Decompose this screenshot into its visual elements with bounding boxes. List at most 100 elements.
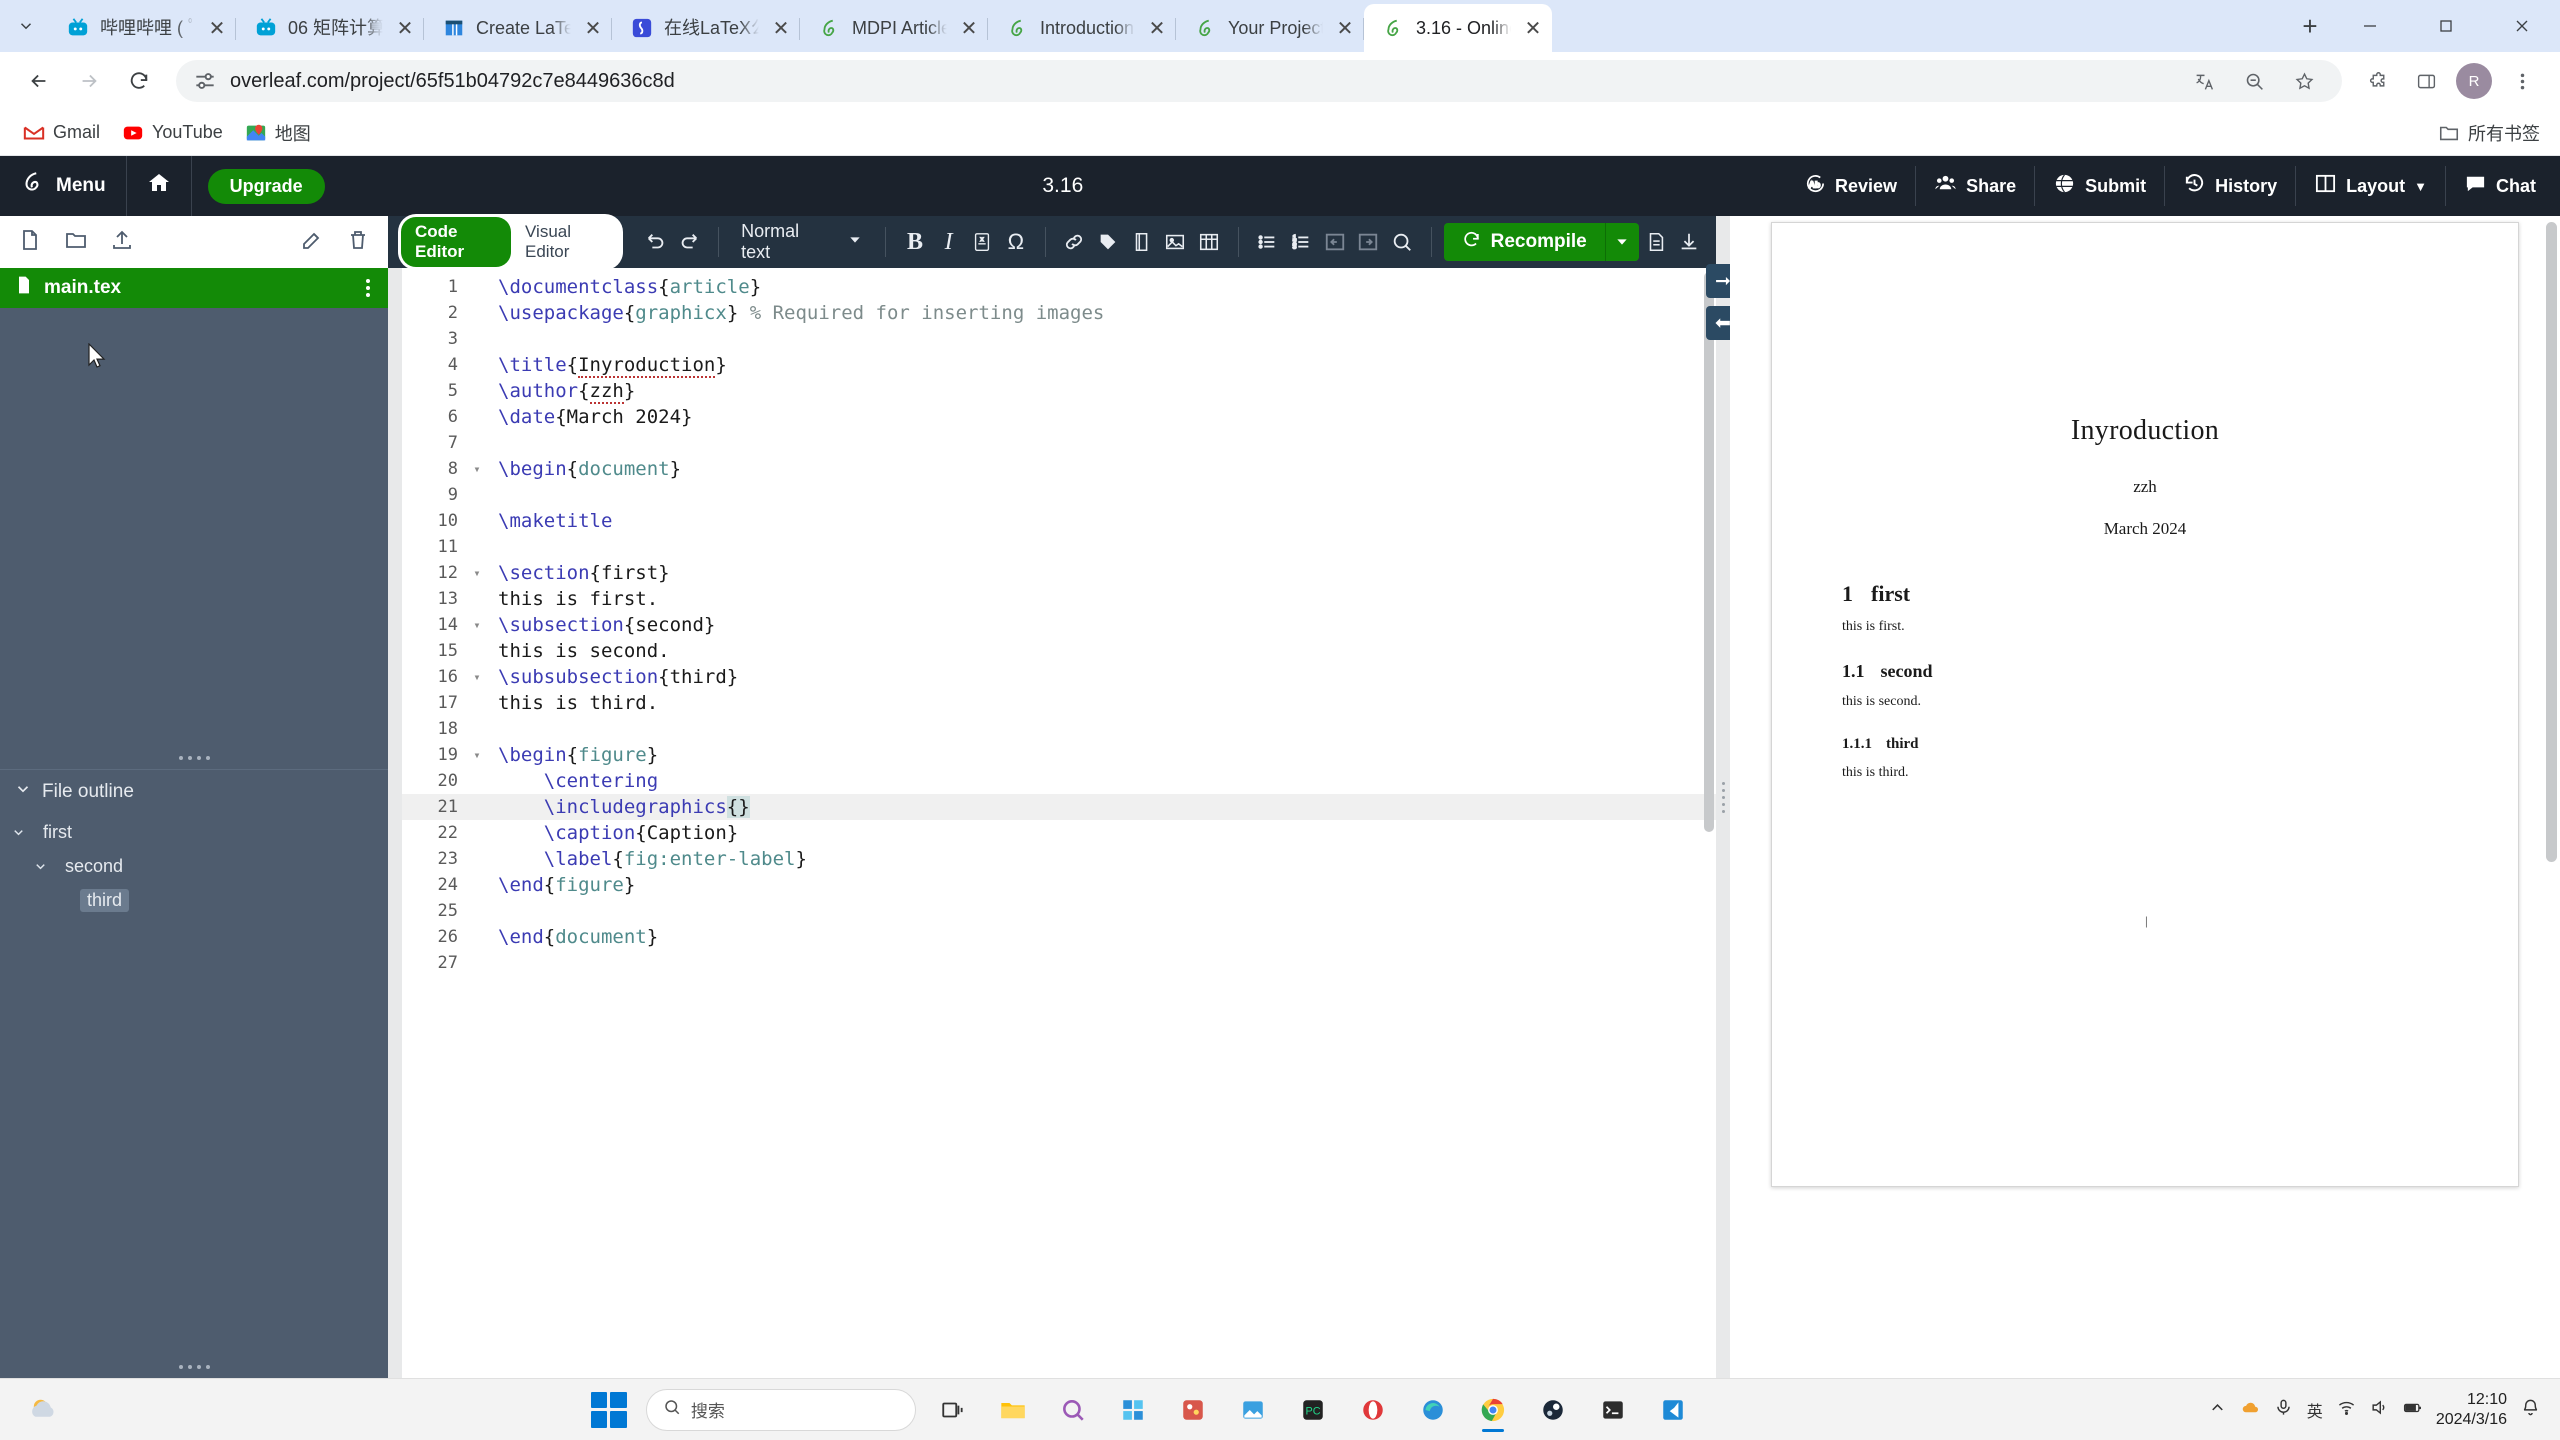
code-line[interactable]: 8 ▾ \begin{document}	[402, 456, 1716, 482]
download-pdf-icon[interactable]	[1672, 223, 1706, 261]
tab-close-icon[interactable]: ✕	[392, 15, 418, 41]
tab-close-icon[interactable]: ✕	[956, 15, 982, 41]
new-tab-button[interactable]: +	[2288, 4, 2332, 48]
logs-icon[interactable]	[1639, 223, 1673, 261]
tray-expand-icon[interactable]	[2208, 1398, 2227, 1422]
translate-icon[interactable]	[2182, 59, 2226, 103]
start-button[interactable]	[586, 1387, 632, 1433]
tab-close-icon[interactable]: ✕	[580, 15, 606, 41]
profile-avatar[interactable]: R	[2456, 63, 2492, 99]
redo-icon[interactable]	[673, 223, 707, 261]
browser-tab[interactable]: Your Projects - Overleaf, O ✕	[1176, 4, 1364, 52]
upload-icon[interactable]	[110, 228, 134, 257]
bold-icon[interactable]: B	[898, 223, 932, 261]
fold-toggle-icon[interactable]: ▾	[468, 664, 486, 690]
code-line[interactable]: 23 \label{fig:enter-label}	[402, 846, 1716, 872]
photos-icon[interactable]	[1230, 1387, 1276, 1433]
tab-search-icon[interactable]	[4, 4, 48, 48]
side-panel-icon[interactable]	[2404, 59, 2448, 103]
forward-button[interactable]	[66, 58, 112, 104]
code-editor-area[interactable]: 1 \documentclass{article} 2 \usepackage{gra…	[388, 268, 1716, 1378]
pycharm-icon[interactable]: PC	[1290, 1387, 1336, 1433]
code-line[interactable]: 2 \usepackage{graphicx} % Required for in…	[402, 300, 1716, 326]
header-action-review[interactable]: Ab Review	[1785, 166, 1917, 206]
pdf-scroll-area[interactable]: Inyroduction zzh March 2024 1 first this i…	[1730, 216, 2560, 1378]
notification-center-icon[interactable]	[2521, 1398, 2540, 1422]
file-item-main-tex[interactable]: main.tex	[0, 268, 388, 308]
fold-toggle-icon[interactable]: ▾	[468, 456, 486, 482]
browser-tab[interactable]: 3.16 - Online LaTeX Editor ✕	[1364, 4, 1552, 52]
browser-tab[interactable]: MDPI Article Template - O ✕	[800, 4, 988, 52]
ime-language-indicator[interactable]: 英	[2307, 1398, 2323, 1422]
address-bar[interactable]: overleaf.com/project/65f51b04792c7e84496…	[176, 60, 2342, 102]
bookmark-gmail[interactable]: Gmail	[14, 117, 109, 149]
file-menu-icon[interactable]	[366, 279, 374, 297]
delete-icon[interactable]	[346, 228, 370, 257]
bookmark-youtube[interactable]: YouTube	[113, 117, 232, 149]
code-line[interactable]: 16 ▾ \subsubsection{third}	[402, 664, 1716, 690]
opera-icon[interactable]	[1350, 1387, 1396, 1433]
browser-tab[interactable]: Create LaTeX tables online ✕	[424, 4, 612, 52]
back-button[interactable]	[16, 58, 62, 104]
code-line[interactable]: 7	[402, 430, 1716, 456]
terminal-icon[interactable]	[1590, 1387, 1636, 1433]
paint-icon[interactable]	[1170, 1387, 1216, 1433]
microphone-icon[interactable]	[2274, 1398, 2293, 1422]
tab-close-icon[interactable]: ✕	[1144, 15, 1170, 41]
new-file-icon[interactable]	[18, 228, 42, 257]
header-action-history[interactable]: History	[2165, 166, 2297, 206]
file-outline-resize-handle[interactable]	[0, 1356, 388, 1378]
bookmark-maps[interactable]: 地图	[236, 115, 320, 151]
code-line[interactable]: 4 \title{Inyroduction}	[402, 352, 1716, 378]
code-line[interactable]: 10 \maketitle	[402, 508, 1716, 534]
edge-icon[interactable]	[1410, 1387, 1456, 1433]
code-line[interactable]: 18	[402, 716, 1716, 742]
all-bookmarks-button[interactable]: 所有书签	[2438, 120, 2546, 146]
site-settings-icon[interactable]	[192, 68, 218, 94]
bullet-list-icon[interactable]	[1251, 223, 1285, 261]
code-line[interactable]: 26 \end{document}	[402, 924, 1716, 950]
browser-tab[interactable]: 06 矩阵计算【动手学深度学 ✕	[236, 4, 424, 52]
code-line[interactable]: 3	[402, 326, 1716, 352]
indent-icon[interactable]	[1351, 223, 1385, 261]
battery-icon[interactable]	[2403, 1398, 2422, 1422]
code-line[interactable]: 14 ▾ \subsection{second}	[402, 612, 1716, 638]
recompile-button[interactable]: Recompile	[1443, 223, 1605, 261]
code-line[interactable]: 27	[402, 950, 1716, 976]
code-line[interactable]: 22 \caption{Caption}	[402, 820, 1716, 846]
editor-mode-switch[interactable]: Code Editor Visual Editor	[398, 214, 624, 270]
fold-toggle-icon[interactable]: ▾	[468, 560, 486, 586]
upgrade-button[interactable]: Upgrade	[207, 168, 325, 204]
code-line[interactable]: 20 \centering	[402, 768, 1716, 794]
file-tree-resize-handle[interactable]	[0, 747, 388, 769]
extensions-icon[interactable]	[2356, 59, 2400, 103]
header-action-submit[interactable]: Submit	[2035, 166, 2166, 206]
close-window-button[interactable]	[2484, 0, 2560, 52]
italic-icon[interactable]: I	[932, 223, 966, 261]
code-line[interactable]: 17 this is third.	[402, 690, 1716, 716]
taskbar-clock[interactable]: 12:10 2024/3/16	[2436, 1390, 2507, 1430]
bookmark-star-icon[interactable]	[2282, 59, 2326, 103]
weather-widget[interactable]	[14, 1393, 74, 1427]
code-line[interactable]: 21 \includegraphics{}	[402, 794, 1716, 820]
search-icon[interactable]	[1385, 223, 1419, 261]
editor-scrollbar[interactable]	[1704, 272, 1714, 1374]
taskbar-search[interactable]: 搜索	[645, 1388, 916, 1431]
panel-splitter[interactable]: ➞ ⬅	[1706, 216, 1740, 1378]
onedrive-icon[interactable]	[2241, 1398, 2260, 1422]
code-line[interactable]: 6 \date{March 2024}	[402, 404, 1716, 430]
code-line[interactable]: 5 \author{zzh}	[402, 378, 1716, 404]
fold-toggle-icon[interactable]: ▾	[468, 612, 486, 638]
code-line[interactable]: 15 this is second.	[402, 638, 1716, 664]
menu-button[interactable]: Menu	[0, 156, 127, 216]
task-view-icon[interactable]	[930, 1387, 976, 1433]
code-line[interactable]: 19 ▾ \begin{figure}	[402, 742, 1716, 768]
header-action-share[interactable]: Share	[1916, 166, 2036, 206]
maximize-button[interactable]	[2408, 0, 2484, 52]
browser-tab[interactable]: Introduction - Online LaTe ✕	[988, 4, 1176, 52]
code-line[interactable]: 24 \end{figure}	[402, 872, 1716, 898]
minimize-button[interactable]	[2332, 0, 2408, 52]
code-line[interactable]: 25	[402, 898, 1716, 924]
code-line[interactable]: 11	[402, 534, 1716, 560]
cite-icon[interactable]	[1125, 223, 1159, 261]
